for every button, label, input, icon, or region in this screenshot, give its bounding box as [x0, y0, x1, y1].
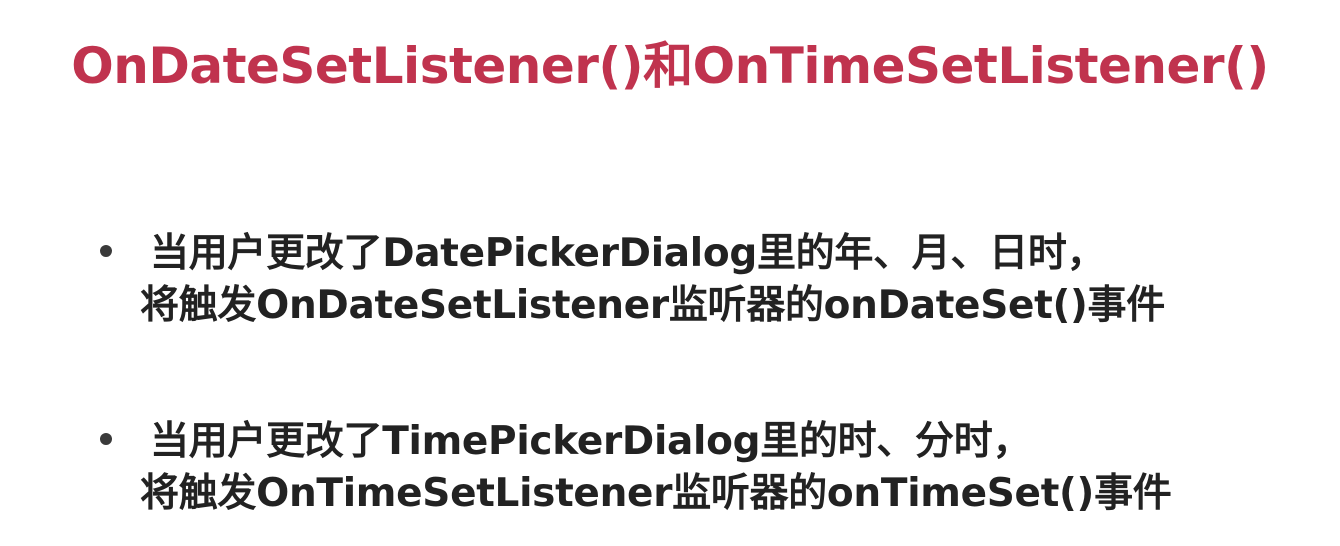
bullet-dot-icon [100, 433, 112, 445]
bullet-time-line1: 当用户更改了TimePickerDialog里的时、分时， [150, 419, 1032, 464]
bullet-time-line2: 将触发OnTimeSetListener监听器的onTimeSet()事件 [140, 471, 1172, 516]
slide: OnDateSetListener()和OnTimeSetListener() … [0, 0, 1340, 546]
bullet-list: 当用户更改了DatePickerDialog里的年、月、日时， 将触发OnDat… [0, 0, 1340, 546]
bullet-dot-icon [100, 245, 112, 257]
bullet-item-time: 当用户更改了TimePickerDialog里的时、分时， 将触发OnTimeS… [100, 416, 1300, 520]
bullet-item-date: 当用户更改了DatePickerDialog里的年、月、日时， 将触发OnDat… [100, 228, 1300, 332]
bullet-date-line1: 当用户更改了DatePickerDialog里的年、月、日时， [150, 231, 1106, 276]
bullet-date-line2: 将触发OnDateSetListener监听器的onDateSet()事件 [140, 283, 1165, 328]
